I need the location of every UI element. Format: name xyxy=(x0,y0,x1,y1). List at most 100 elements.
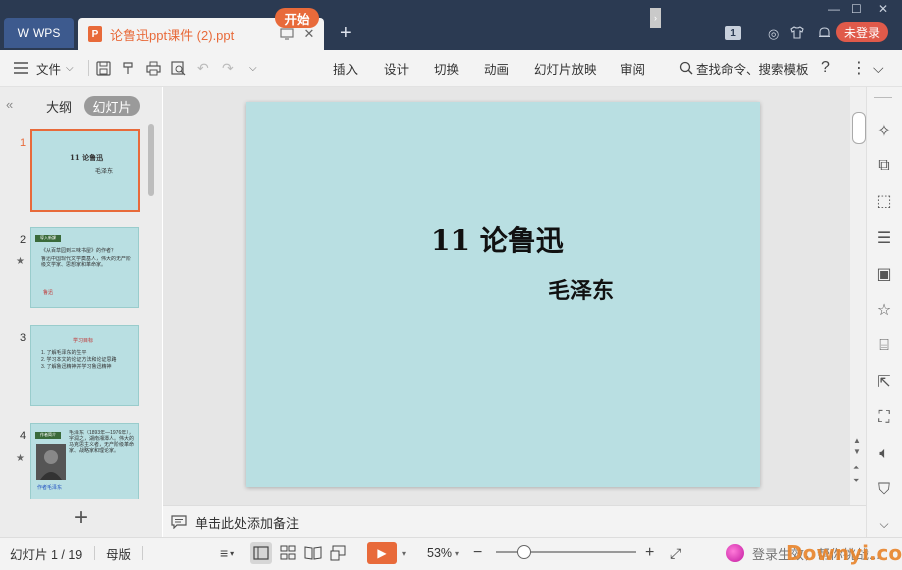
star-icon: ★ xyxy=(16,256,25,267)
thumbnail-item: 2. 学习本文的论证方法和论证思路 xyxy=(41,357,117,363)
page-down-icon[interactable]: ⏷ xyxy=(853,476,859,486)
tab-insert[interactable]: 插入 xyxy=(333,50,358,86)
skin-icon[interactable]: ◎ xyxy=(768,26,779,42)
thumbnail-subtitle: 毛泽东 xyxy=(95,168,114,175)
master-view-button[interactable]: 母版 xyxy=(106,537,131,569)
shirt-icon[interactable] xyxy=(790,26,804,42)
notification-area[interactable]: 登录生效，帮你挑战... Downyi.com xyxy=(726,540,902,566)
presenter-view-icon[interactable] xyxy=(328,542,350,567)
tab-design[interactable]: 设计 xyxy=(384,50,409,86)
quick-access-dropdown-icon[interactable]: ⌵ xyxy=(249,50,257,86)
tab-outline[interactable]: 大纲 xyxy=(46,97,72,116)
tab-review[interactable]: 审阅 xyxy=(620,50,645,86)
slide-author[interactable]: 毛泽东 xyxy=(548,273,614,305)
print-preview-icon[interactable] xyxy=(171,50,186,86)
current-slide[interactable]: 11 论鲁迅 毛泽东 xyxy=(246,102,760,487)
monitor-icon[interactable] xyxy=(280,27,294,41)
share-icon[interactable]: ⇱ xyxy=(874,372,894,392)
copy-icon[interactable]: ⧉ xyxy=(874,156,894,176)
ribbon-scroll-right-icon[interactable]: › xyxy=(650,8,661,28)
save-icon[interactable] xyxy=(96,50,111,86)
slide-thumbnail-3[interactable]: 学习目标 1. 了解毛泽东的生平 2. 学习本文的论证方法和论证思路 3. 了解… xyxy=(30,325,139,406)
status-divider xyxy=(94,546,95,560)
login-button[interactable]: 未登录 xyxy=(836,22,888,42)
play-options-icon[interactable]: ▾ xyxy=(402,537,406,569)
notes-bar[interactable]: 单击此处添加备注 xyxy=(163,505,866,538)
slide-title[interactable]: 11 论鲁迅 xyxy=(431,219,564,259)
notes-placeholder[interactable]: 单击此处添加备注 xyxy=(195,513,299,532)
print-icon[interactable] xyxy=(146,50,161,86)
help-icon[interactable]: ? xyxy=(821,50,830,86)
comment-icon xyxy=(171,515,187,529)
picture-icon[interactable]: ⛶ xyxy=(874,408,894,428)
reading-view-icon[interactable] xyxy=(302,542,324,567)
ribbon-divider xyxy=(88,60,89,76)
undo-icon[interactable]: ↶ xyxy=(197,50,209,86)
redo-icon[interactable]: ↷ xyxy=(222,50,234,86)
fit-window-icon[interactable]: ⤢ xyxy=(670,537,681,569)
archive-icon[interactable]: ⌸ xyxy=(874,336,894,356)
chevron-down-icon[interactable]: ⌵ xyxy=(874,514,894,534)
tab-transition[interactable]: 切换 xyxy=(434,50,459,86)
new-tab-button[interactable]: + xyxy=(340,22,352,45)
align-menu-icon[interactable]: ≡ ▾ xyxy=(220,537,234,569)
star-outline-icon[interactable]: ☆ xyxy=(874,300,894,320)
scroll-up-icon[interactable]: ▲ xyxy=(853,436,861,445)
tab-slideshow[interactable]: 幻灯片放映 xyxy=(534,50,597,86)
maximize-icon[interactable]: ☐ xyxy=(851,2,862,16)
ppt-file-icon: P xyxy=(88,26,102,42)
thumbnail-body: 鲁迅中国现代文学奠基人，伟大的无产阶级文学家、思想家和革命家。 xyxy=(41,256,131,268)
slide-thumbnail-4[interactable]: 作者简介 毛泽东（1893年—1976年），字润之，湖南湘潭人。伟大的马克思主义… xyxy=(30,423,139,499)
slide-sorter-icon[interactable] xyxy=(277,542,299,567)
more-options-icon[interactable]: ⋮ xyxy=(851,50,867,86)
collapse-ribbon-icon[interactable]: ⌵ xyxy=(873,50,884,86)
normal-view-icon[interactable] xyxy=(250,542,272,564)
command-search[interactable]: 查找命令、搜索模板 xyxy=(679,50,809,86)
zoom-level[interactable]: 53% ▾ xyxy=(427,537,459,569)
play-slideshow-button[interactable]: ▶ xyxy=(367,542,397,564)
file-menu[interactable]: 文件 ⌵ xyxy=(36,50,74,86)
tab-home[interactable]: 开始 xyxy=(275,8,319,28)
slide-panel: « 大纲 幻灯片 1 11 论鲁迅 毛泽东 2 ★ 導入新課 《从百草园到三味书… xyxy=(0,87,162,537)
shield-icon[interactable]: ⛉ xyxy=(874,480,894,500)
bell-icon[interactable] xyxy=(818,26,831,43)
settings-sliders-icon[interactable]: ☰ xyxy=(874,228,894,248)
window-count-badge[interactable]: 1 xyxy=(725,26,741,40)
slide-thumbnail-2[interactable]: 導入新課 《从百草园到三味书屋》的作者？ 鲁迅中国现代文学奠基人，伟大的无产阶级… xyxy=(30,227,139,308)
thumbnail-item: 3. 了解鲁迅精神并学习鲁迅精神 xyxy=(41,364,112,370)
thumbnail-header: 導入新課 xyxy=(35,235,61,242)
tab-animation[interactable]: 动画 xyxy=(484,50,509,86)
wps-home-tab[interactable]: W WPS xyxy=(4,18,74,48)
site-watermark: Downyi.com xyxy=(786,541,902,565)
thumbnail-number: 2 xyxy=(20,234,27,246)
zoom-out-icon[interactable]: − xyxy=(473,537,482,569)
scroll-down-icon[interactable]: ▼ xyxy=(853,447,861,456)
speaker-icon[interactable]: 🔈︎ xyxy=(874,444,894,464)
thumbnail-body: 毛泽东（1893年—1976年），字润之，湖南湘潭人。伟大的马克思主义者，无产阶… xyxy=(69,430,135,454)
zoom-in-icon[interactable]: + xyxy=(645,537,654,569)
document-tab-title: 论鲁迅ppt课件 (2).ppt xyxy=(110,27,235,43)
magic-icon[interactable]: ✧ xyxy=(874,121,894,141)
shapes-icon[interactable]: ⬚ xyxy=(874,191,894,211)
page-up-icon[interactable]: ⏶ xyxy=(853,463,859,473)
file-menu-label: 文件 xyxy=(36,62,62,77)
tab-slides[interactable]: 幻灯片 xyxy=(84,96,140,116)
add-slide-button[interactable]: + xyxy=(0,499,162,537)
close-window-icon[interactable]: ✕ xyxy=(878,2,888,16)
thumbnail-header: 作者简介 xyxy=(35,432,61,439)
thumbnail-header: 学习目标 xyxy=(73,338,94,344)
close-tab-icon[interactable]: ✕ xyxy=(302,26,316,41)
zoom-slider-handle[interactable] xyxy=(517,545,531,559)
thumbnail-scrollbar[interactable] xyxy=(148,124,154,196)
collapse-panel-icon[interactable]: « xyxy=(6,97,13,112)
wps-tab-label: WPS xyxy=(32,26,61,40)
menu-hamburger-icon[interactable] xyxy=(14,50,28,86)
thumbnail-list: 1 11 论鲁迅 毛泽东 2 ★ 導入新課 《从百草园到三味书屋》的作者？ 鲁迅… xyxy=(0,123,162,499)
chevron-down-icon: ⌵ xyxy=(66,62,74,74)
vertical-scrollbar-thumb[interactable] xyxy=(852,112,866,144)
slide-thumbnail-1[interactable]: 11 论鲁迅 毛泽东 xyxy=(30,129,140,212)
format-painter-icon[interactable] xyxy=(121,50,136,86)
image-gallery-icon[interactable]: ▣ xyxy=(874,264,894,284)
thumbnail-item: 1. 了解毛泽东的生平 xyxy=(41,350,87,356)
minimize-icon[interactable]: — xyxy=(828,2,840,16)
